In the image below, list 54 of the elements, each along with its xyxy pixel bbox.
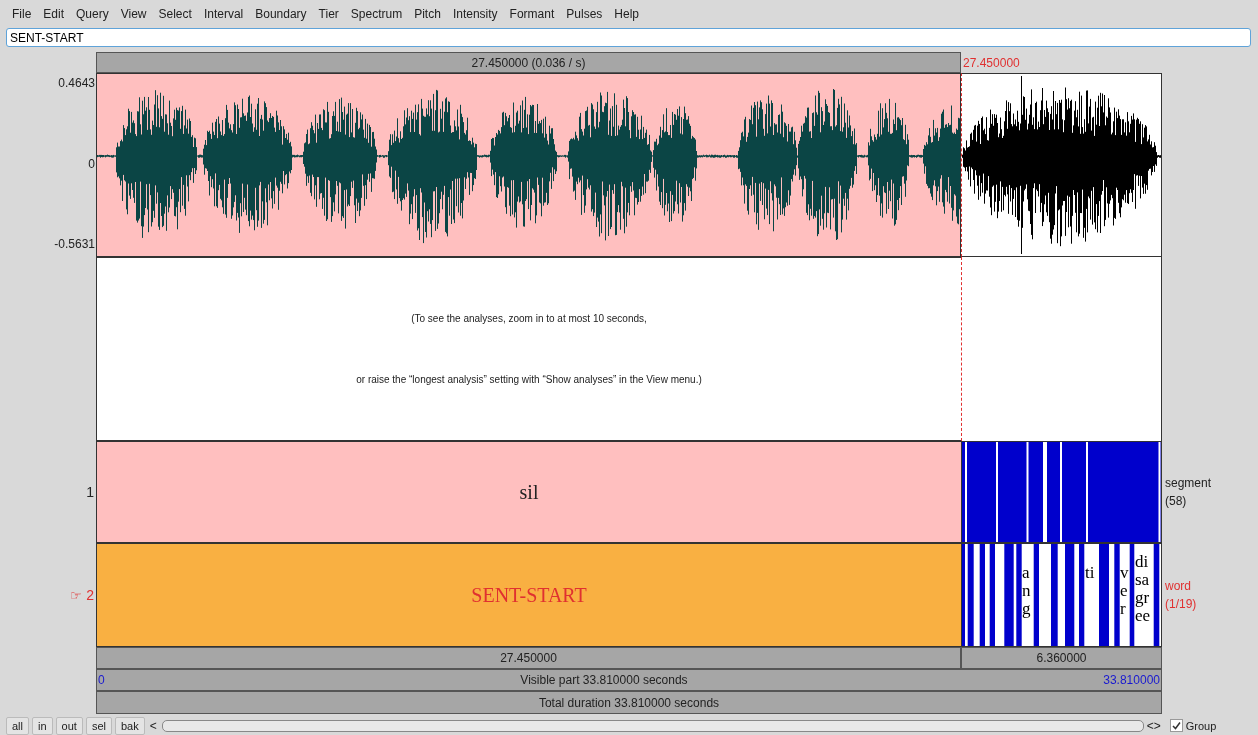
tier-name: word (1165, 579, 1191, 593)
y-axis-label: 0 (88, 156, 95, 171)
menu-item[interactable]: Intensity (446, 7, 504, 21)
interval-label: v e r (1120, 564, 1130, 618)
menu-item[interactable]: Tier (312, 7, 345, 21)
duration-bar[interactable]: 6.360000 (961, 647, 1162, 669)
duration-bar[interactable]: 27.450000 (96, 647, 961, 669)
tier-count: (58) (1165, 494, 1187, 508)
menu-item[interactable]: Spectrum (344, 7, 409, 21)
tier-count: (1/19) (1165, 597, 1197, 611)
menu-item[interactable]: Boundary (249, 7, 313, 21)
menu-item[interactable]: Interval (197, 7, 250, 21)
total-duration-bar[interactable]: Total duration 33.810000 seconds (96, 691, 1162, 714)
zoom-button[interactable]: in (32, 716, 53, 735)
start-time: 0 (98, 673, 105, 687)
interval-text: SENT-START (471, 583, 587, 607)
scroll-arrows[interactable]: <> (1146, 718, 1161, 733)
analysis-message: (To see the analyses, zoom in to at most 10 seconds, (411, 313, 647, 324)
zoom-button[interactable]: sel (85, 716, 112, 735)
waveform-panel[interactable] (96, 73, 961, 257)
scroll-left-arrow[interactable]: < (149, 718, 157, 733)
tier-number: 1 (86, 484, 94, 500)
visible-part-label: Visible part 33.810000 seconds (520, 673, 688, 687)
menu-item[interactable]: Query (70, 7, 115, 21)
tier-name: segment (1165, 476, 1212, 490)
menu-item[interactable]: View (114, 7, 153, 21)
y-axis-label: 0.4643 (58, 76, 95, 90)
interval-text: sil (519, 480, 539, 504)
cursor-time: 27.450000 (963, 55, 1020, 70)
interval-label: di sa gr ee (1135, 553, 1152, 625)
group-checkbox[interactable] (1169, 719, 1183, 732)
text-field[interactable]: SENT-START (6, 28, 1251, 47)
analysis-message: or raise the “longest analysis” setting with “Show analyses” in the View menu.) (356, 374, 702, 385)
menu-item[interactable]: Pulses (560, 7, 609, 21)
menu-item[interactable]: Help (608, 7, 645, 21)
zoom-button[interactable]: out (55, 716, 83, 735)
end-time: 33.810000 (1103, 673, 1160, 687)
menu-item[interactable]: Pitch (408, 7, 447, 21)
interval-label: a n g (1022, 564, 1032, 618)
group-label: Group (1185, 719, 1217, 732)
zoom-button[interactable]: all (6, 716, 29, 735)
visible-part-bar[interactable]: 0 Visible part 33.810000 seconds 33.810000 (96, 669, 1162, 691)
zoom-button[interactable]: bak (114, 716, 145, 735)
menu-item[interactable]: Formant (503, 7, 561, 21)
pointer-icon: ☞ (70, 587, 83, 603)
tier-number: 2 (86, 587, 94, 603)
interval-label: ti (1085, 564, 1096, 582)
y-axis-label: -0.5631 (54, 237, 95, 251)
selection-bar[interactable]: 27.450000 (0.036 / s) (96, 52, 961, 73)
menu-item[interactable]: Select (152, 7, 198, 21)
selected-interval[interactable]: sil (96, 441, 961, 543)
menu-item[interactable]: File (6, 7, 38, 21)
scrollbar[interactable] (161, 719, 1144, 732)
menu-item[interactable]: Edit (37, 7, 71, 21)
